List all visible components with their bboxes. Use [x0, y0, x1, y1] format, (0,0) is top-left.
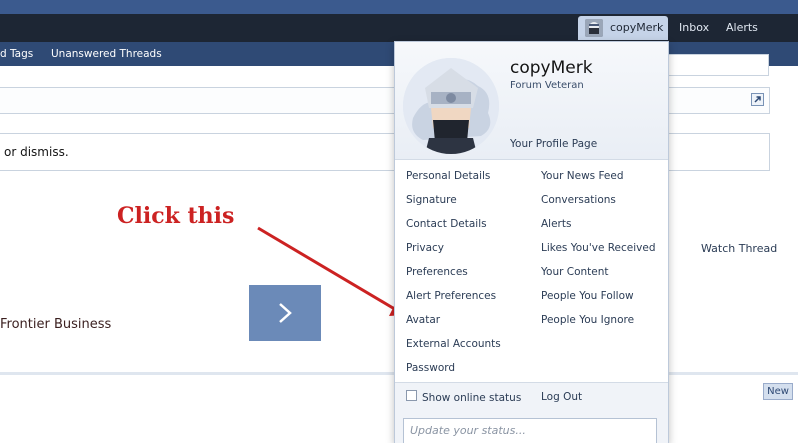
menu-conversations[interactable]: Conversations [541, 194, 616, 206]
alerts-link[interactable]: Alerts [726, 21, 758, 34]
nav-unanswered-link[interactable]: Unanswered Threads [51, 48, 162, 60]
menu-alerts[interactable]: Alerts [541, 218, 571, 230]
menu-external-accounts[interactable]: External Accounts [406, 338, 501, 350]
menu-privacy[interactable]: Privacy [406, 242, 444, 254]
menu-avatar[interactable]: Avatar [406, 314, 440, 326]
menu-news-feed[interactable]: Your News Feed [541, 170, 624, 182]
show-online-status-label[interactable]: Show online status [422, 392, 521, 404]
menu-likes-received[interactable]: Likes You've Received [541, 242, 656, 254]
new-button[interactable]: New [763, 383, 793, 400]
menu-personal-details[interactable]: Personal Details [406, 170, 490, 182]
menu-preferences[interactable]: Preferences [406, 266, 468, 278]
menu-people-follow[interactable]: People You Follow [541, 290, 634, 302]
menu-contact-details[interactable]: Contact Details [406, 218, 487, 230]
nav-tags-link[interactable]: d Tags [0, 48, 33, 60]
annotation-label: Click this [117, 203, 235, 229]
log-out-link[interactable]: Log Out [541, 391, 582, 403]
notice-text: or dismiss. [4, 145, 69, 159]
menu-password[interactable]: Password [406, 362, 455, 374]
inbox-link[interactable]: Inbox [679, 21, 709, 34]
menu-signature[interactable]: Signature [406, 194, 457, 206]
expand-icon[interactable] [751, 93, 764, 106]
menu-people-ignore[interactable]: People You Ignore [541, 314, 634, 326]
profile-avatar[interactable] [403, 58, 499, 154]
business-title[interactable]: Frontier Business [0, 317, 111, 332]
online-status-checkbox[interactable] [406, 390, 417, 401]
chevron-right-icon [279, 303, 292, 323]
status-update-input[interactable]: Update your status... [403, 418, 657, 443]
watch-thread-link[interactable]: Watch Thread [701, 242, 777, 255]
search-input[interactable] [665, 54, 769, 76]
menu-your-content[interactable]: Your Content [541, 266, 609, 278]
header-strip [0, 0, 798, 14]
dropdown-user-title: Forum Veteran [510, 80, 584, 91]
account-avatar[interactable] [585, 19, 603, 37]
next-button[interactable] [249, 285, 321, 341]
menu-alert-preferences[interactable]: Alert Preferences [406, 290, 496, 302]
dropdown-username[interactable]: copyMerk [510, 58, 593, 78]
account-username[interactable]: copyMerk [610, 21, 663, 34]
profile-page-link[interactable]: Your Profile Page [510, 138, 597, 150]
